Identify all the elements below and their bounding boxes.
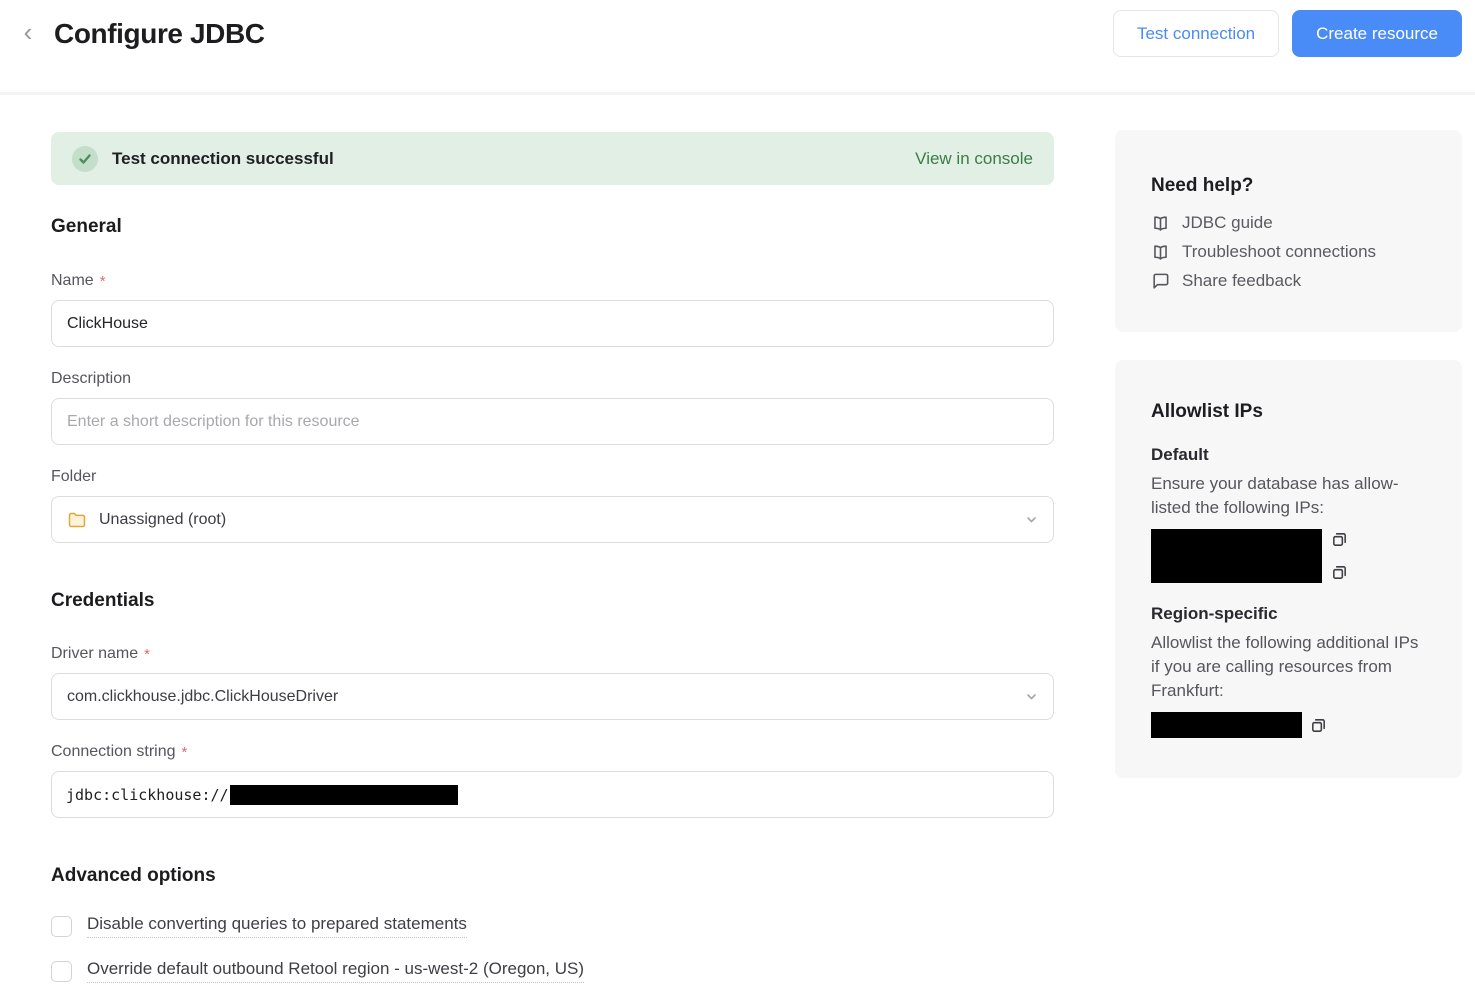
folder-label: Folder (51, 468, 1054, 486)
need-help-heading: Need help? (1151, 175, 1428, 197)
default-ips-text: Ensure your database has allow-listed th… (1151, 472, 1428, 520)
page-title: Configure JDBC (54, 18, 265, 50)
folder-icon (67, 510, 87, 530)
region-specific-text: Allowlist the following additional IPs i… (1151, 631, 1428, 703)
redacted-default-ips (1151, 529, 1322, 583)
prepared-statements-label[interactable]: Disable converting queries to prepared s… (87, 914, 467, 938)
connection-string-input[interactable]: jdbc:clickhouse:// (51, 771, 1054, 818)
description-input[interactable] (51, 398, 1054, 445)
driver-name-label: Driver name * (51, 645, 1054, 663)
description-label: Description (51, 370, 1054, 388)
header-actions: Test connection Create resource (1113, 10, 1462, 57)
folder-value: Unassigned (root) (99, 511, 226, 529)
connection-string-visible-value: jdbc:clickhouse:// (66, 786, 229, 804)
redacted-region-ip (1151, 712, 1302, 738)
chevron-down-icon (1025, 513, 1038, 526)
troubleshoot-connections-label: Troubleshoot connections (1182, 242, 1376, 262)
back-chevron-icon: ‹ (24, 19, 33, 45)
share-feedback-label: Share feedback (1182, 271, 1301, 291)
chat-icon (1151, 272, 1170, 291)
troubleshoot-connections-link[interactable]: Troubleshoot connections (1151, 242, 1428, 262)
override-region-label[interactable]: Override default outbound Retool region … (87, 959, 584, 983)
jdbc-guide-label: JDBC guide (1182, 213, 1273, 233)
main-form-column: Test connection successful View in conso… (51, 95, 1054, 983)
allowlist-ips-heading: Allowlist IPs (1151, 401, 1428, 423)
region-specific-heading: Region-specific (1151, 604, 1428, 624)
required-asterisk: * (182, 743, 188, 761)
required-asterisk: * (100, 272, 106, 290)
copy-ip-button[interactable] (1310, 717, 1327, 734)
name-label: Name * (51, 272, 1054, 290)
jdbc-guide-link[interactable]: JDBC guide (1151, 213, 1428, 233)
banner-message: Test connection successful (112, 149, 334, 169)
required-asterisk: * (144, 645, 150, 663)
advanced-option-row: Override default outbound Retool region … (51, 959, 1054, 983)
view-in-console-link[interactable]: View in console (915, 149, 1033, 169)
connection-string-label: Connection string * (51, 743, 1054, 761)
book-icon (1151, 214, 1170, 233)
name-input[interactable] (51, 300, 1054, 347)
chevron-down-icon (1025, 690, 1038, 703)
create-resource-button[interactable]: Create resource (1292, 10, 1462, 57)
prepared-statements-checkbox[interactable] (51, 916, 72, 937)
copy-ip-button[interactable] (1331, 531, 1348, 548)
default-ip-list (1151, 529, 1428, 583)
back-button[interactable]: ‹ (14, 20, 42, 48)
driver-name-value: com.clickhouse.jdbc.ClickHouseDriver (67, 688, 338, 706)
credentials-section-heading: Credentials (51, 590, 1054, 612)
content-area: Test connection successful View in conso… (0, 95, 1475, 983)
side-column: Need help? JDBC guide (1115, 95, 1462, 983)
share-feedback-link[interactable]: Share feedback (1151, 271, 1428, 291)
advanced-option-row: Disable converting queries to prepared s… (51, 914, 1054, 938)
redacted-connection-host (230, 785, 458, 805)
page-header: ‹ Configure JDBC Test connection Create … (0, 0, 1475, 95)
configure-jdbc-page: { "header": { "back_icon": "‹", "title":… (0, 0, 1475, 1008)
folder-select[interactable]: Unassigned (root) (51, 496, 1054, 543)
default-ips-heading: Default (1151, 445, 1428, 465)
success-banner: Test connection successful View in conso… (51, 132, 1054, 185)
general-section-heading: General (51, 216, 1054, 238)
copy-ip-button[interactable] (1331, 564, 1348, 581)
driver-name-select[interactable]: com.clickhouse.jdbc.ClickHouseDriver (51, 673, 1054, 720)
override-region-checkbox[interactable] (51, 961, 72, 982)
allowlist-ips-card: Allowlist IPs Default Ensure your databa… (1115, 360, 1462, 778)
success-check-icon (72, 146, 98, 172)
book-icon (1151, 243, 1170, 262)
region-ip-row (1151, 712, 1428, 738)
advanced-options-heading: Advanced options (51, 865, 1054, 887)
need-help-card: Need help? JDBC guide (1115, 130, 1462, 332)
test-connection-button[interactable]: Test connection (1113, 10, 1279, 57)
